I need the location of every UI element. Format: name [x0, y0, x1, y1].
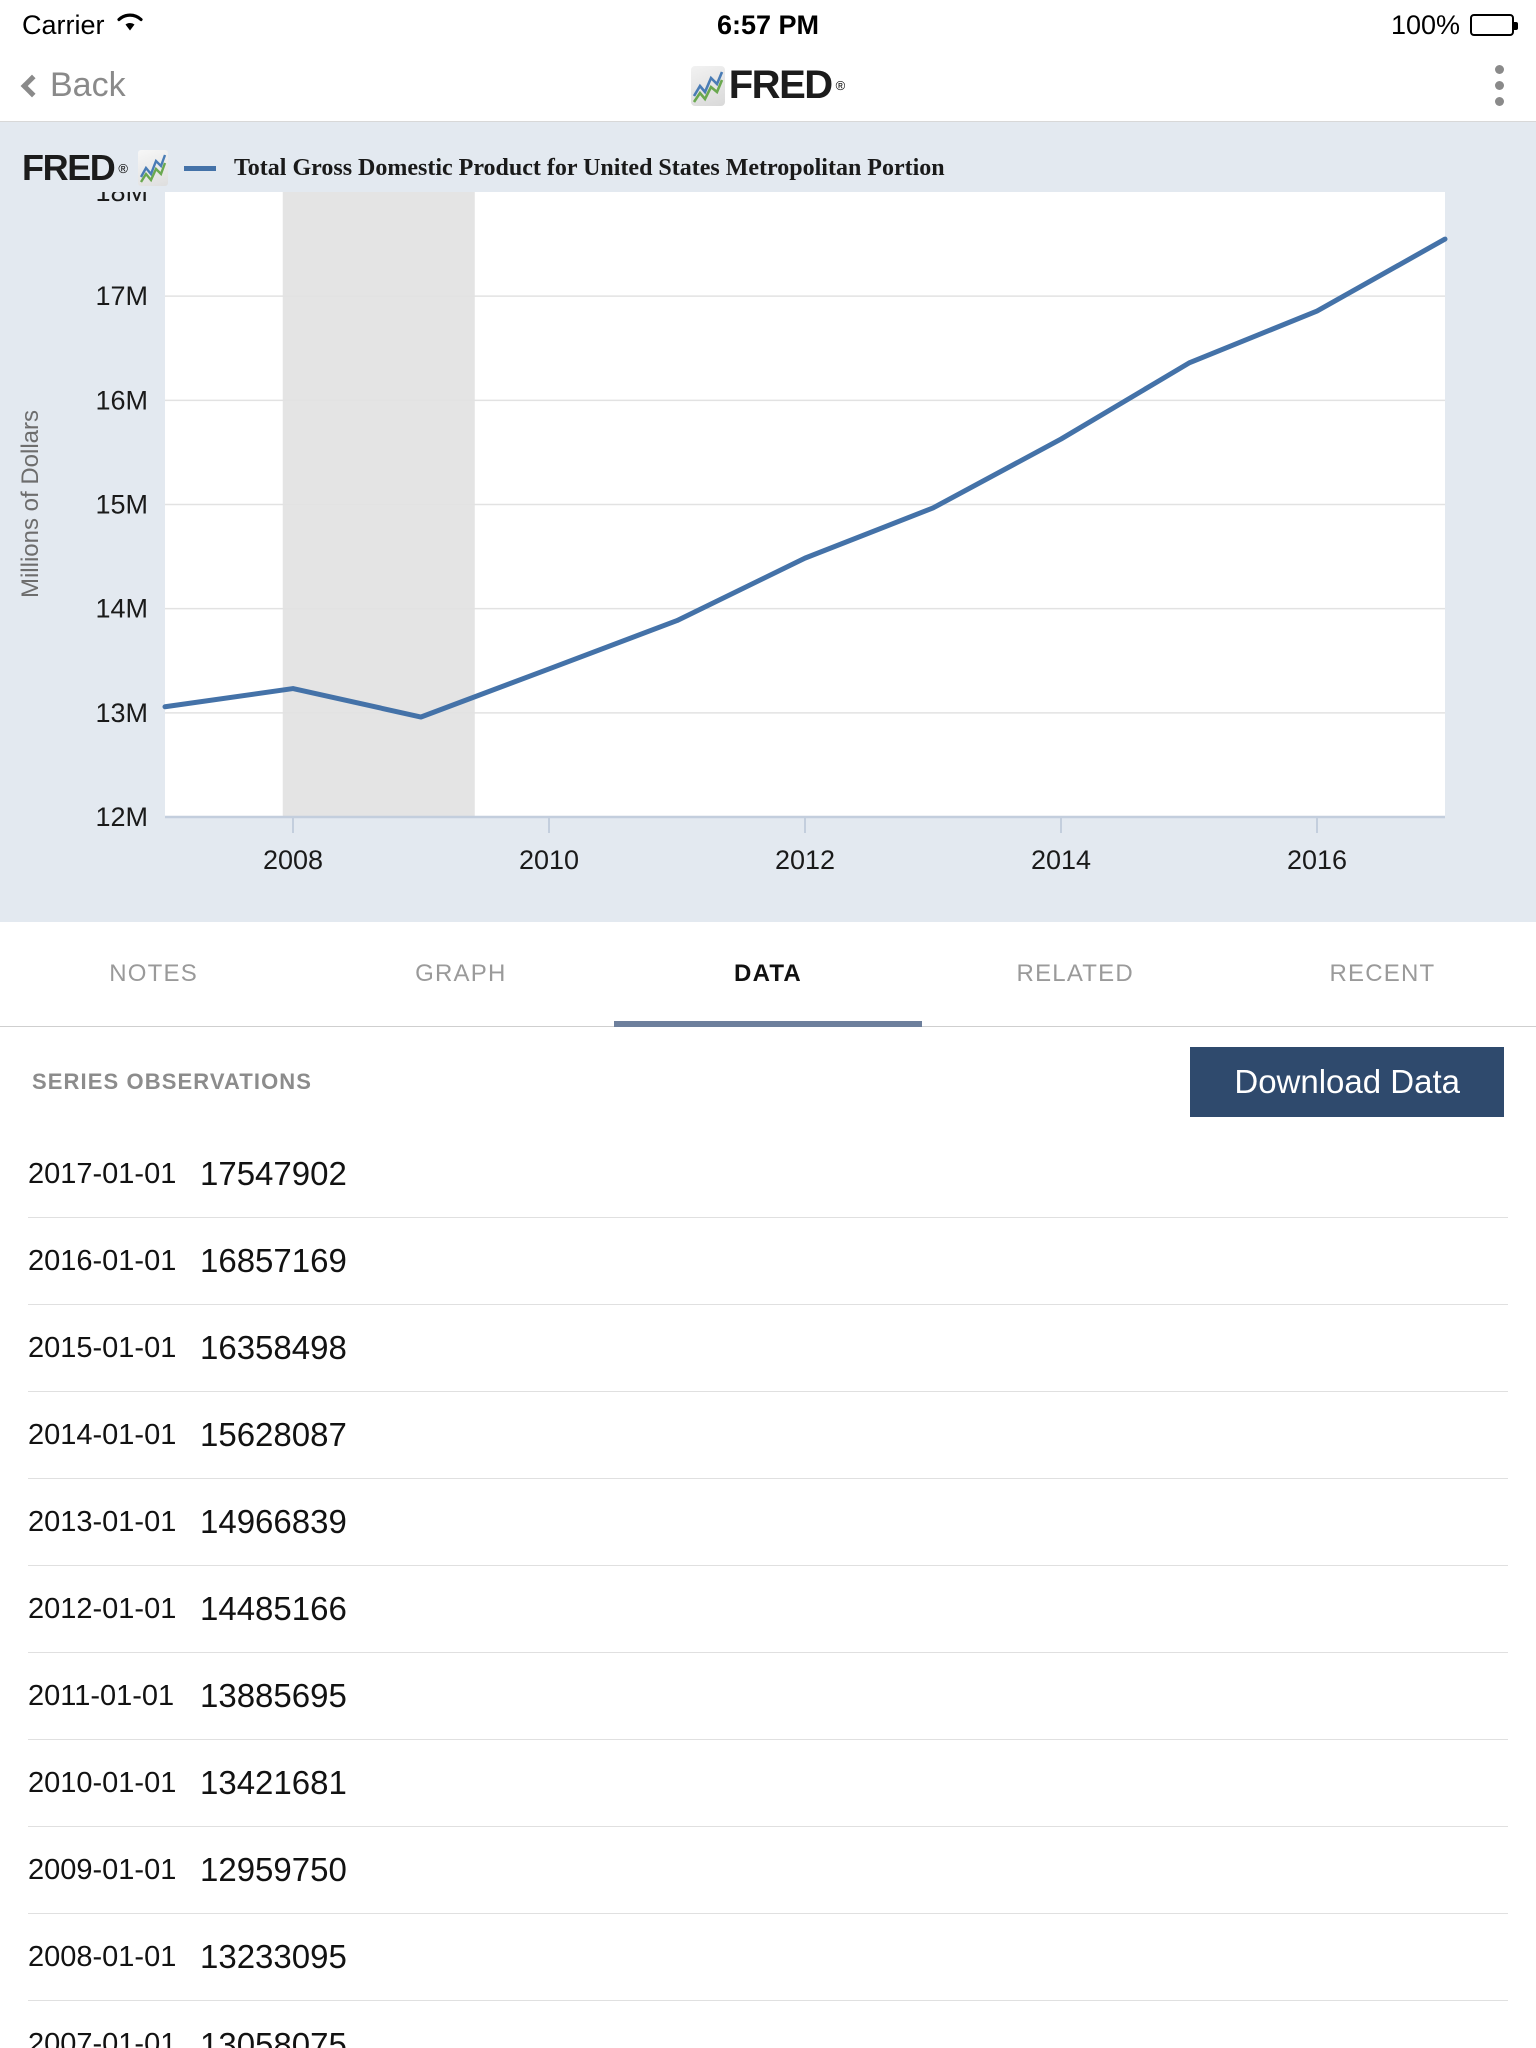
x-tick-label: 2012: [775, 845, 835, 875]
observation-value: 15628087: [200, 1416, 347, 1453]
y-tick-label: 18M: [95, 192, 148, 207]
chart-registered-mark: ®: [118, 160, 128, 176]
battery-percent-label: 100%: [1390, 9, 1460, 40]
download-data-button[interactable]: Download Data: [1190, 1047, 1504, 1117]
kebab-menu-icon[interactable]: [1487, 57, 1512, 114]
observation-date: 2013-01-01: [28, 1505, 177, 1538]
observation-date: 2014-01-01: [28, 1418, 177, 1451]
table-row[interactable]: 2008-01-01 13233095: [28, 1914, 1508, 2001]
chart-logo-text: FRED: [22, 147, 116, 188]
table-row[interactable]: 2014-01-01 15628087: [28, 1392, 1508, 1479]
y-tick-label: 16M: [95, 385, 148, 415]
tab-bar: NOTES GRAPH DATA RELATED RECENT: [0, 922, 1536, 1027]
observation-date: 2016-01-01: [28, 1244, 177, 1277]
y-tick-label: 13M: [95, 698, 148, 728]
table-row[interactable]: 2017-01-01 17547902: [28, 1131, 1508, 1218]
tab-data-label: DATA: [734, 960, 802, 987]
observation-date: 2015-01-01: [28, 1331, 177, 1364]
chart-plot-area[interactable]: 18M 17M 16M 15M 14M 13M 12M Millions of Dollar…: [0, 192, 1536, 912]
observation-date: 2011-01-01: [28, 1679, 175, 1712]
tab-recent[interactable]: RECENT: [1229, 922, 1536, 1026]
table-row[interactable]: 2016-01-01 16857169: [28, 1218, 1508, 1305]
observation-date: 2009-01-01: [28, 1853, 177, 1886]
battery-full-icon: [1470, 14, 1518, 36]
observation-value: 13058075: [200, 2025, 347, 2048]
observation-value: 16857169: [200, 1242, 347, 1279]
wifi-icon: [115, 10, 145, 41]
tab-graph[interactable]: GRAPH: [307, 922, 614, 1026]
tab-related[interactable]: RELATED: [922, 922, 1229, 1026]
status-bar: Carrier 6:57 PM 100%: [0, 0, 1536, 50]
x-axis-ticks: [292, 817, 1318, 833]
legend-line-swatch: [184, 165, 216, 171]
observation-value: 13885695: [200, 1677, 347, 1714]
x-tick-label: 2010: [519, 845, 579, 875]
observation-value: 14485166: [200, 1590, 347, 1627]
app-logo: FRED ®: [0, 63, 1536, 108]
tab-recent-label: RECENT: [1329, 960, 1436, 987]
table-row[interactable]: 2009-01-01 12959750: [28, 1827, 1508, 1914]
chart-panel: FRED ® Total Gross Domestic Product for …: [0, 122, 1536, 922]
y-tick-label: 15M: [95, 490, 148, 520]
tab-notes-label: NOTES: [109, 960, 198, 987]
tab-related-label: RELATED: [1016, 960, 1134, 987]
table-row[interactable]: 2015-01-01 16358498: [28, 1305, 1508, 1392]
table-row[interactable]: 2007-01-01 13058075: [28, 2001, 1508, 2048]
chart-svg: 18M 17M 16M 15M 14M 13M 12M Millions of Dollar…: [17, 192, 1448, 875]
x-tick-label: 2016: [1287, 845, 1347, 875]
chart-series-label: Total Gross Domestic Product for United …: [234, 154, 945, 181]
observation-date: 2012-01-01: [28, 1592, 177, 1625]
observation-value: 16358498: [200, 1329, 347, 1366]
back-button-label: Back: [50, 66, 126, 104]
fred-chart-logo-icon: [138, 150, 168, 186]
y-tick-label: 17M: [95, 281, 148, 311]
observation-value: 13421681: [200, 1764, 347, 1801]
back-button[interactable]: Back: [20, 66, 126, 105]
tab-notes[interactable]: NOTES: [0, 922, 307, 1026]
table-row[interactable]: 2010-01-01 13421681: [28, 1740, 1508, 1827]
y-axis-title: Millions of Dollars: [17, 410, 44, 598]
nav-bar: Back FRED ®: [0, 50, 1536, 122]
observation-date: 2008-01-01: [28, 1940, 177, 1973]
observation-date: 2017-01-01: [28, 1157, 177, 1190]
observation-value: 14966839: [200, 1503, 347, 1540]
observation-date: 2010-01-01: [28, 1766, 177, 1799]
y-tick-label: 12M: [95, 802, 148, 832]
observation-value: 12959750: [200, 1851, 347, 1888]
tab-graph-label: GRAPH: [415, 960, 507, 987]
fred-chart-logo-icon: [690, 65, 725, 106]
x-tick-label: 2014: [1031, 845, 1091, 875]
table-row[interactable]: 2013-01-01 14966839: [28, 1479, 1508, 1566]
registered-mark: ®: [835, 78, 846, 93]
x-axis-tick-labels: 2008 2010 2012 2014 2016: [263, 845, 1347, 875]
y-axis-tick-labels: 18M 17M 16M 15M 14M 13M 12M: [95, 192, 148, 832]
observation-value: 13233095: [200, 1938, 347, 1975]
status-bar-time: 6:57 PM: [716, 9, 820, 40]
observations-list: 2017-01-01 17547902 2016-01-01 16857169 2015…: [0, 1131, 1536, 2048]
carrier-label: Carrier: [22, 9, 105, 40]
table-row[interactable]: 2011-01-01 13885695: [28, 1653, 1508, 1740]
observation-value: 17547902: [200, 1155, 347, 1192]
tab-data[interactable]: DATA: [614, 922, 922, 1027]
x-tick-label: 2008: [263, 845, 323, 875]
chevron-left-icon: [20, 74, 44, 97]
status-bar-right: 100%: [1390, 9, 1518, 41]
table-row[interactable]: 2012-01-01 14485166: [28, 1566, 1508, 1653]
chart-legend: FRED ® Total Gross Domestic Product for …: [0, 122, 1536, 192]
status-bar-left: Carrier: [22, 10, 145, 41]
y-tick-label: 14M: [95, 594, 148, 624]
observation-date: 2007-01-01: [28, 2028, 177, 2048]
app-logo-text: FRED: [728, 63, 833, 107]
observations-header: SERIES OBSERVATIONS Download Data: [0, 1027, 1536, 1131]
series-observations-title: SERIES OBSERVATIONS: [32, 1069, 313, 1094]
